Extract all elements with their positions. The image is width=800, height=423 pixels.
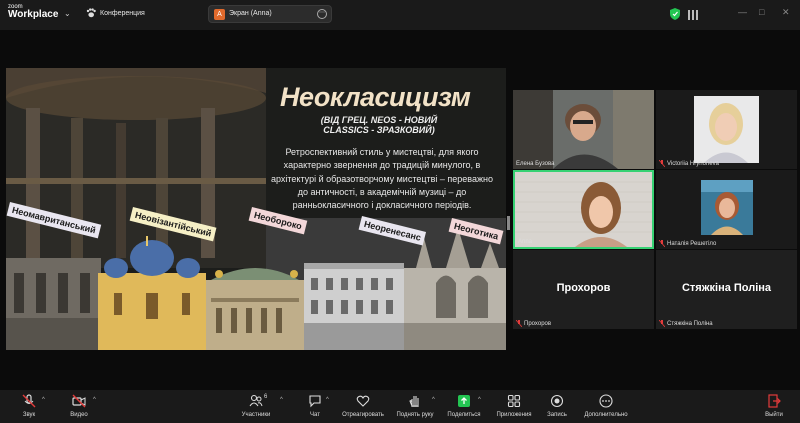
raise-hand-options-button[interactable]: ^ [432,390,440,423]
participant-tile[interactable]: Наталія Решетіло [656,170,797,249]
participants-count: 6 [264,394,268,400]
meeting-toolbar: Звук ^ Видео ^ Участники 6 ^ Чат ^ Отреа… [0,390,800,423]
raise-hand-label: Поднять руку [396,412,434,418]
participant-name: Anna [518,239,533,245]
participants-button[interactable]: Участники [236,390,276,423]
slide-title: Неокласицизм [280,82,471,112]
participants-options-button[interactable]: ^ [280,390,288,423]
minimize-button[interactable]: — [738,7,747,17]
participant-tile[interactable]: Victoriia Hryhorieva [656,90,797,169]
conference-menu[interactable]: Конференция [86,8,145,18]
video-off-icon [72,394,86,408]
slide-body-text: Ретроспективний стиль у мистецтві, для я… [270,147,493,211]
video-label: Видео [70,412,88,418]
chevron-up-icon: ^ [432,397,435,403]
participant-name: Елена Бузова [516,161,555,167]
record-icon [550,394,564,408]
muted-mic-icon [22,394,36,408]
share-screen-icon [458,395,470,407]
muted-mic-icon [659,160,665,167]
raised-hand-icon [409,396,419,407]
shared-screen-slide: Неокласицизм (ВІД ГРЕЦ. NEOS - НОВИЙ CLA… [6,68,506,350]
chevron-down-icon[interactable]: ⌄ [64,9,71,18]
exit-icon [768,394,781,408]
chevron-up-icon: ^ [326,397,329,403]
participant-name: Прохоров [516,320,551,327]
muted-mic-icon [516,320,522,327]
more-icon[interactable]: ⋯ [317,9,327,19]
raise-hand-button[interactable]: Поднять руку [394,390,436,423]
paw-icon [86,8,96,18]
participant-name: Victoriia Hryhorieva [659,160,719,167]
participants-label: Участники [241,412,271,418]
participant-display-name: Стяжкіна Поліна [681,282,772,294]
shield-icon[interactable] [670,8,680,20]
leave-button[interactable]: Выйти [760,390,788,423]
sharer-avatar: A [214,9,225,20]
participant-name: Стяжкіна Поліна [659,320,713,327]
logo-line2: Workplace [8,9,59,20]
apps-icon [507,394,521,408]
record-button[interactable]: Запись [540,390,574,423]
participant-name: Наталія Решетіло [659,240,716,247]
video-options-button[interactable]: ^ [93,390,101,423]
maximize-button[interactable]: □ [759,7,764,17]
heart-icon [356,395,370,407]
shared-screen-label: Экран (Anna) [229,10,272,17]
shared-screen-tab[interactable]: A Экран (Anna) ⋯ [208,5,332,23]
muted-mic-icon [659,320,665,327]
slide-subtitle: (ВІД ГРЕЦ. NEOS - НОВИЙ CLASSICS - ЗРАЗК… [320,115,438,135]
react-button[interactable]: Отреагировать [340,390,386,423]
chevron-up-icon: ^ [42,397,45,403]
chat-icon [309,395,321,408]
participant-display-name: Прохоров [556,282,611,294]
video-button[interactable]: Видео [64,390,94,423]
participant-video [515,172,652,247]
chevron-up-icon: ^ [93,397,96,403]
participant-tile[interactable]: Прохоров Прохоров [513,250,654,329]
zoom-workplace-logo: zoom Workplace [8,4,58,20]
conference-label: Конференция [100,9,145,17]
chevron-up-icon: ^ [478,397,481,403]
participants-icon [249,394,263,407]
mute-label: Звук [22,412,36,418]
mute-button[interactable]: Звук [14,390,44,423]
apps-label: Приложения [496,412,532,418]
splitter-handle[interactable] [507,216,510,230]
participant-video [656,90,797,169]
chevron-up-icon: ^ [280,397,283,403]
chat-options-button[interactable]: ^ [326,390,334,423]
title-bar: zoom Workplace ⌄ Конференция A Экран (An… [0,0,800,30]
more-label: Дополнительно [584,412,628,418]
share-options-button[interactable]: ^ [478,390,486,423]
more-button[interactable]: Дополнительно [584,390,628,423]
participant-tile[interactable]: Стяжкіна Поліна Стяжкіна Поліна [656,250,797,329]
audio-options-button[interactable]: ^ [42,390,50,423]
participant-tile[interactable]: Елена Бузова [513,90,654,169]
apps-button[interactable]: Приложения [494,390,534,423]
more-dots-icon [599,394,613,408]
leave-label: Выйти [765,412,783,418]
close-button[interactable]: ✕ [782,7,790,18]
share-screen-button[interactable]: Поделиться [446,390,482,423]
connection-bars-icon[interactable] [688,8,700,20]
muted-mic-icon [659,240,665,247]
record-label: Запись [547,412,567,418]
participant-tile-active[interactable]: Anna [513,170,654,249]
react-label: Отреагировать [342,412,384,418]
share-screen-label: Поделиться [447,412,481,418]
participant-video [656,170,797,249]
participant-video [513,90,654,169]
